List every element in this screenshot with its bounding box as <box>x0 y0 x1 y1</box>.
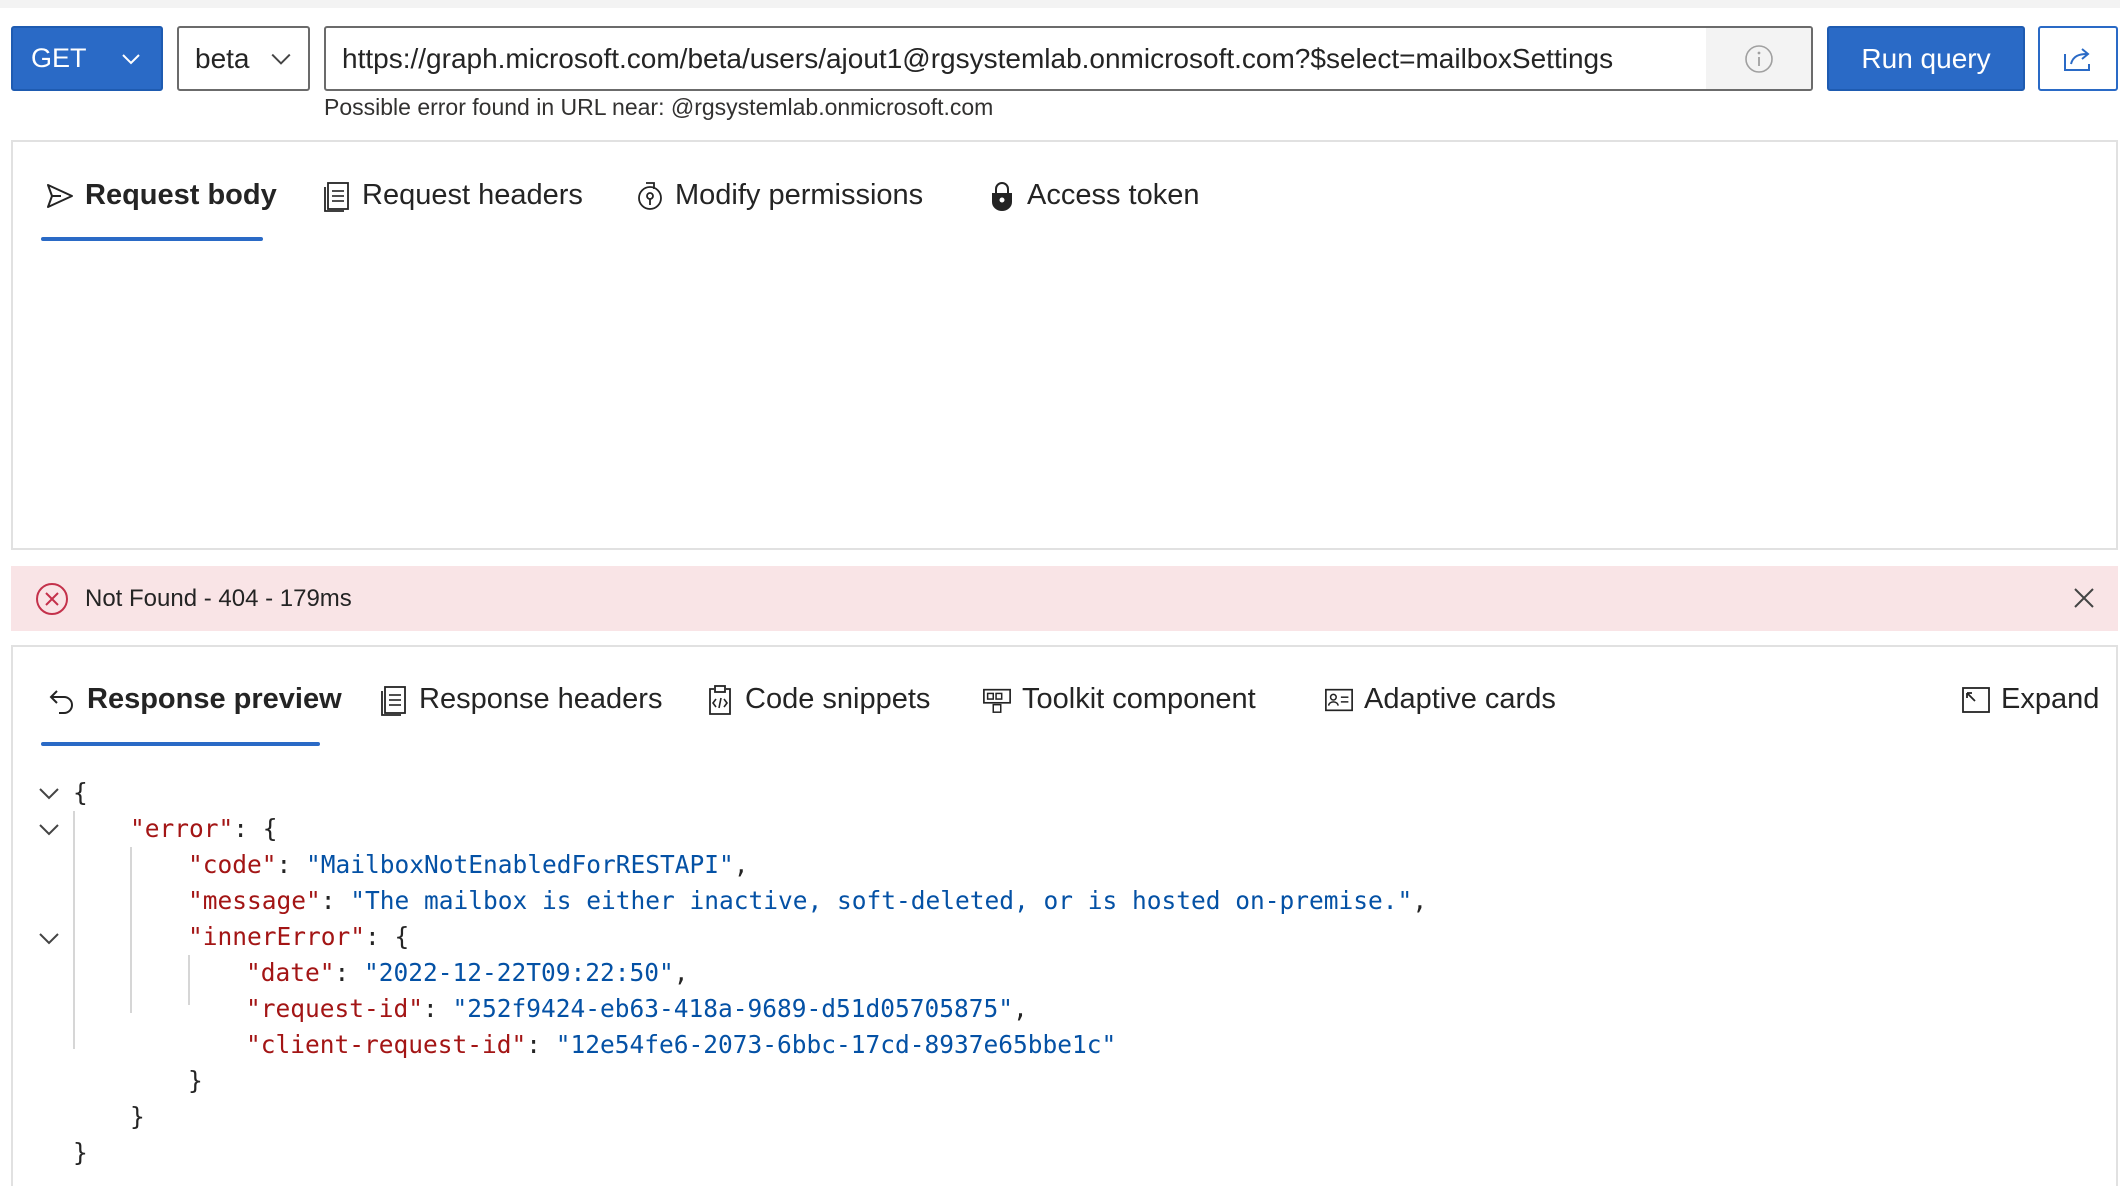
http-method-value: GET <box>31 43 87 73</box>
share-icon <box>2064 47 2090 71</box>
tab-request-body[interactable]: Request body <box>41 179 281 212</box>
tab-label: Adaptive cards <box>1364 683 1556 715</box>
json-line: "request-id": "252f9424-eb63-418a-9689-d… <box>246 994 1028 1023</box>
request-panel: Request body Request headers Modify perm… <box>11 140 2118 550</box>
run-query-button[interactable]: Run query <box>1827 26 2025 91</box>
chevron-down-icon <box>271 53 291 65</box>
indent-guide <box>188 955 190 1005</box>
share-button[interactable] <box>2038 26 2118 91</box>
top-strip <box>0 0 2120 8</box>
response-panel: Response preview Response headers Code s… <box>11 645 2118 1186</box>
document-icon <box>379 685 409 716</box>
expand-label: Expand <box>2001 683 2100 715</box>
tab-label: Toolkit component <box>1022 683 1256 715</box>
tab-access-token[interactable]: Access token <box>983 179 1203 212</box>
tab-label: Access token <box>1027 179 1200 211</box>
tab-response-preview[interactable]: Response preview <box>43 683 346 716</box>
tab-request-headers[interactable]: Request headers <box>318 179 587 212</box>
tab-modify-permissions[interactable]: Modify permissions <box>631 179 927 212</box>
status-message: Not Found - 404 - 179ms <box>85 584 352 612</box>
tab-label: Code snippets <box>745 683 931 715</box>
indent-guide <box>73 811 75 1049</box>
chevron-down-icon[interactable] <box>37 781 61 805</box>
json-line: "message": "The mailbox is either inacti… <box>188 886 1428 915</box>
json-line: { <box>73 778 88 807</box>
tab-label: Modify permissions <box>675 179 924 211</box>
undo-icon <box>47 685 77 715</box>
info-icon <box>1744 44 1773 73</box>
contact-card-icon <box>1324 685 1354 715</box>
url-bar <box>324 26 1813 91</box>
tab-label: Request body <box>85 179 277 211</box>
api-version-value: beta <box>195 42 250 74</box>
api-version-select[interactable]: beta <box>177 26 310 91</box>
status-bar: Not Found - 404 - 179ms <box>11 566 2118 631</box>
tab-label: Response preview <box>87 683 342 715</box>
permission-icon <box>635 181 665 211</box>
active-tab-indicator <box>41 237 263 241</box>
expand-icon <box>1961 685 1991 715</box>
chevron-down-icon[interactable] <box>37 817 61 841</box>
indent-guide <box>130 847 132 1013</box>
dismiss-status-button[interactable] <box>2068 582 2100 614</box>
send-icon <box>45 181 75 211</box>
http-method-select[interactable]: GET <box>11 26 163 91</box>
url-input[interactable] <box>326 28 1706 89</box>
tab-response-headers[interactable]: Response headers <box>375 683 666 716</box>
chevron-down-icon <box>122 53 140 64</box>
json-line: } <box>130 1102 145 1131</box>
url-error-message: Possible error found in URL near: @rgsys… <box>324 94 994 120</box>
json-line: "date": "2022-12-22T09:22:50", <box>246 958 689 987</box>
clipboard-code-icon <box>705 684 735 715</box>
json-line: "client-request-id": "12e54fe6-2073-6bbc… <box>246 1030 1117 1059</box>
active-tab-indicator <box>41 742 320 746</box>
tab-code-snippets[interactable]: Code snippets <box>701 683 934 716</box>
json-line: "code": "MailboxNotEnabledForRESTAPI", <box>188 850 749 879</box>
lock-icon <box>987 181 1017 211</box>
json-line: "error": { <box>130 814 278 843</box>
error-circle-icon <box>36 582 68 615</box>
json-line: } <box>188 1066 203 1095</box>
tab-label: Response headers <box>419 683 663 715</box>
tab-adaptive-cards[interactable]: Adaptive cards <box>1320 683 1560 716</box>
close-icon <box>2074 588 2094 608</box>
toolkit-icon <box>982 685 1012 715</box>
chevron-down-icon[interactable] <box>37 926 61 950</box>
document-icon <box>322 181 352 212</box>
tab-toolkit-component[interactable]: Toolkit component <box>978 683 1260 716</box>
json-line: "innerError": { <box>188 922 410 951</box>
json-line: } <box>73 1138 88 1167</box>
tab-label: Request headers <box>362 179 583 211</box>
expand-button[interactable]: Expand <box>1957 683 2103 716</box>
url-info-area[interactable] <box>1706 28 1811 89</box>
